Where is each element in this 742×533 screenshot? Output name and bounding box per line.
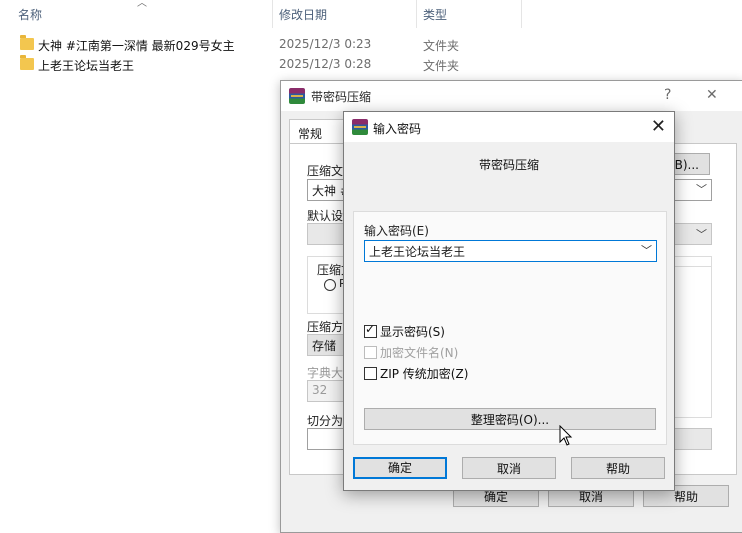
file-list-header: ︿ 名称 修改日期 类型: [0, 0, 742, 28]
password-input[interactable]: 上老王论坛当老王 ﹀: [364, 240, 657, 262]
file-name: 上老王论坛当老王: [38, 59, 135, 73]
file-type: 文件夹: [423, 39, 460, 53]
password-dialog-titlebar[interactable]: 输入密码 ✕: [344, 112, 674, 142]
method-label: 压缩方: [307, 320, 344, 334]
password-cancel-button[interactable]: 取消: [462, 457, 556, 479]
encrypt-names-checkbox[interactable]: [364, 346, 377, 359]
folder-icon: [20, 55, 34, 70]
chevron-down-icon: ﹀: [696, 228, 707, 241]
file-row[interactable]: 大神 #江南第一深情 最新029号女主 2025/12/3 0:23 文件夹: [0, 35, 742, 55]
chevron-down-icon: ﹀: [696, 183, 707, 196]
column-name[interactable]: 名称: [18, 6, 42, 23]
password-dialog-title: 输入密码: [373, 122, 422, 136]
method-value: 存储: [312, 339, 337, 353]
close-icon[interactable]: ✕: [706, 87, 718, 103]
dict-size-value: 32: [312, 383, 328, 397]
password-panel: 输入密码(E) 上老王论坛当老王 ﹀ 显示密码(S) 加密文件名(N) ZIP …: [353, 211, 667, 445]
winrar-icon: [352, 119, 368, 135]
password-dialog: 输入密码 ✕ 带密码压缩 输入密码(E) 上老王论坛当老王 ﹀ 显示密码(S) …: [343, 111, 675, 491]
show-password-checkbox[interactable]: [364, 322, 377, 338]
column-divider[interactable]: [416, 0, 417, 28]
file-date: 2025/12/3 0:23: [279, 37, 372, 51]
archive-name-label: 压缩文: [307, 164, 344, 178]
column-divider[interactable]: [521, 0, 522, 28]
column-type[interactable]: 类型: [423, 6, 447, 23]
encrypt-names-label: 加密文件名(N): [380, 346, 459, 360]
file-date: 2025/12/3 0:28: [279, 57, 372, 71]
password-dialog-subtitle: 带密码压缩: [478, 158, 539, 172]
column-date[interactable]: 修改日期: [279, 6, 327, 23]
organize-passwords-button[interactable]: 整理密码(O)...: [364, 408, 656, 430]
default-profile-label: 默认设: [307, 209, 344, 223]
chevron-down-icon[interactable]: ﹀: [641, 242, 652, 258]
tab-general[interactable]: 常规: [289, 119, 349, 144]
winrar-icon: [289, 88, 305, 104]
password-ok-button[interactable]: 确定: [353, 457, 447, 479]
file-type: 文件夹: [423, 59, 460, 73]
zip-legacy-label[interactable]: ZIP 传统加密(Z): [380, 365, 468, 382]
tab-general-label: 常规: [298, 127, 323, 141]
password-help-button[interactable]: 帮助: [571, 457, 665, 479]
help-icon[interactable]: ?: [664, 87, 671, 103]
zip-legacy-checkbox[interactable]: [364, 367, 377, 380]
sort-ascending-icon: ︿: [137, 0, 147, 9]
file-name: 大神 #江南第一深情 最新029号女主: [38, 39, 235, 53]
file-row[interactable]: 上老王论坛当老王 2025/12/3 0:28 文件夹: [0, 55, 742, 75]
split-label: 切分为: [307, 414, 344, 428]
archive-dialog-titlebar[interactable]: 带密码压缩 ? ✕: [281, 81, 742, 111]
archive-dialog-title: 带密码压缩: [311, 90, 372, 104]
mouse-cursor-icon: [559, 425, 573, 446]
dict-size-label: 字典大: [307, 366, 344, 380]
format-radio[interactable]: [324, 279, 336, 291]
password-value: 上老王论坛当老王: [369, 245, 466, 259]
folder-icon: [20, 35, 34, 50]
password-label: 输入密码(E): [364, 224, 429, 238]
column-divider[interactable]: [272, 0, 273, 28]
close-icon[interactable]: ✕: [651, 116, 666, 137]
show-password-label[interactable]: 显示密码(S): [380, 323, 445, 340]
